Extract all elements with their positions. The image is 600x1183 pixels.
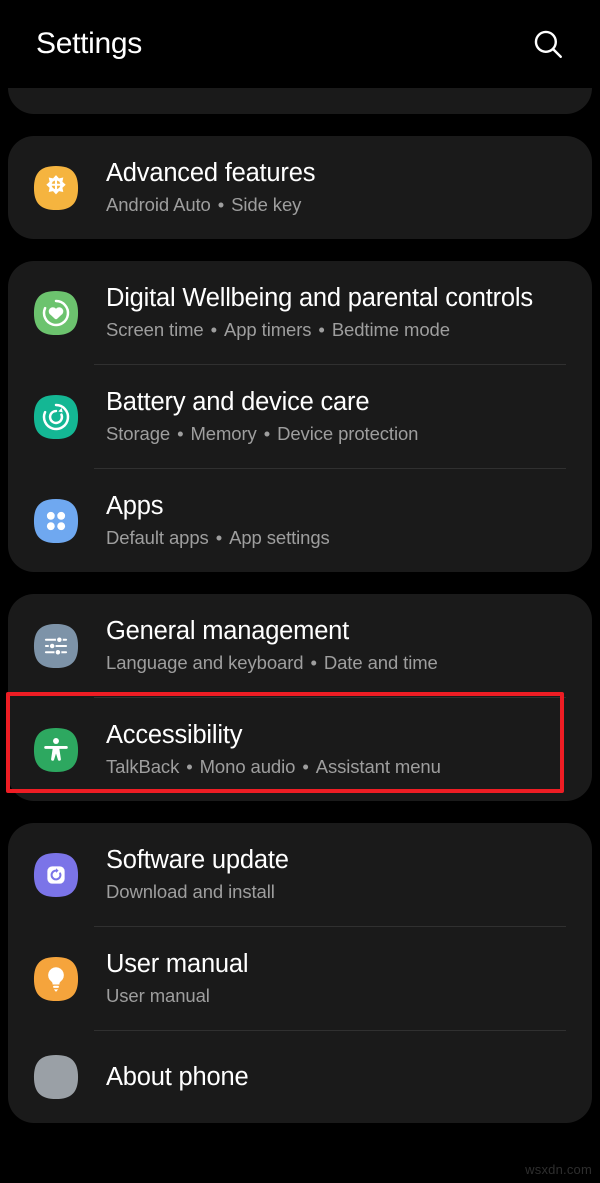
gear-flower-icon (32, 164, 80, 212)
list-item-title: Battery and device care (106, 388, 370, 416)
list-item-title: About phone (106, 1063, 249, 1091)
list-item-subtitle: Screen time • App timers • Bedtime mode (106, 319, 450, 340)
search-icon[interactable] (526, 22, 570, 66)
settings-card-device: Digital Wellbeing and parental controls … (8, 261, 592, 572)
list-item-accessibility[interactable]: Accessibility TalkBack • Mono audio • Assist… (8, 698, 592, 801)
list-item-text: Accessibility TalkBack • Mono audio • Assist… (106, 720, 574, 779)
list-item-digital-wellbeing[interactable]: Digital Wellbeing and parental controls … (8, 261, 592, 364)
list-item-text: Battery and device care Storage • Memory • D… (106, 387, 574, 446)
settings-card-advanced: Advanced features Android Auto • Side key (8, 136, 592, 239)
list-item-title: General management (106, 617, 350, 645)
list-item-software-update[interactable]: Software update Download and install (8, 823, 592, 926)
info-icon (32, 1053, 80, 1101)
apps-grid-icon (32, 497, 80, 545)
settings-screen: Settings Manage accounts • Smart Switch (0, 0, 600, 1183)
list-item-text: Digital Wellbeing and parental controls … (106, 283, 574, 342)
list-item-title: User manual (106, 950, 249, 978)
list-item-text: Advanced features Android Auto • Side key (106, 158, 574, 217)
list-item-text: User manual User manual (106, 949, 574, 1008)
list-item-subtitle: Default apps • App settings (106, 527, 330, 548)
list-item-title: Advanced features (106, 159, 316, 187)
list-item-text: Software update Download and install (106, 845, 574, 904)
list-item-title: Apps (106, 492, 164, 520)
list-item-advanced-features[interactable]: Advanced features Android Auto • Side key (8, 136, 592, 239)
list-item-title: Accessibility (106, 721, 243, 749)
sliders-icon (32, 622, 80, 670)
list-item-general-management[interactable]: General management Language and keyboard… (8, 594, 592, 697)
list-item-text: About phone (106, 1062, 574, 1092)
list-item-title: Digital Wellbeing and parental controls (106, 284, 533, 312)
list-item-about-phone[interactable]: About phone (8, 1031, 592, 1123)
app-header: Settings (0, 0, 600, 88)
settings-card-general: General management Language and keyboard… (8, 594, 592, 801)
list-item-user-manual[interactable]: User manual User manual (8, 927, 592, 1030)
list-item-subtitle: User manual (106, 985, 210, 1006)
battery-care-icon (32, 393, 80, 441)
settings-list[interactable]: Manage accounts • Smart Switch (0, 28, 600, 1123)
heart-circle-icon (32, 289, 80, 337)
software-update-icon (32, 851, 80, 899)
list-item-battery-device-care[interactable]: Battery and device care Storage • Memory • D… (8, 365, 592, 468)
list-item-text: General management Language and keyboard… (106, 616, 574, 675)
watermark: wsxdn.com (525, 1162, 592, 1177)
list-item-subtitle: Language and keyboard • Date and time (106, 652, 438, 673)
lightbulb-icon (32, 955, 80, 1003)
list-item-apps[interactable]: Apps Default apps • App settings (8, 469, 592, 572)
list-item-title: Software update (106, 846, 289, 874)
list-item-subtitle: TalkBack • Mono audio • Assistant menu (106, 756, 441, 777)
list-item-subtitle: Download and install (106, 881, 275, 902)
page-title: Settings (36, 27, 142, 60)
list-item-subtitle: Android Auto • Side key (106, 194, 302, 215)
settings-card-system: Software update Download and install Use… (8, 823, 592, 1123)
list-item-subtitle: Storage • Memory • Device protection (106, 423, 419, 444)
accessibility-person-icon (32, 726, 80, 774)
list-item-text: Apps Default apps • App settings (106, 491, 574, 550)
